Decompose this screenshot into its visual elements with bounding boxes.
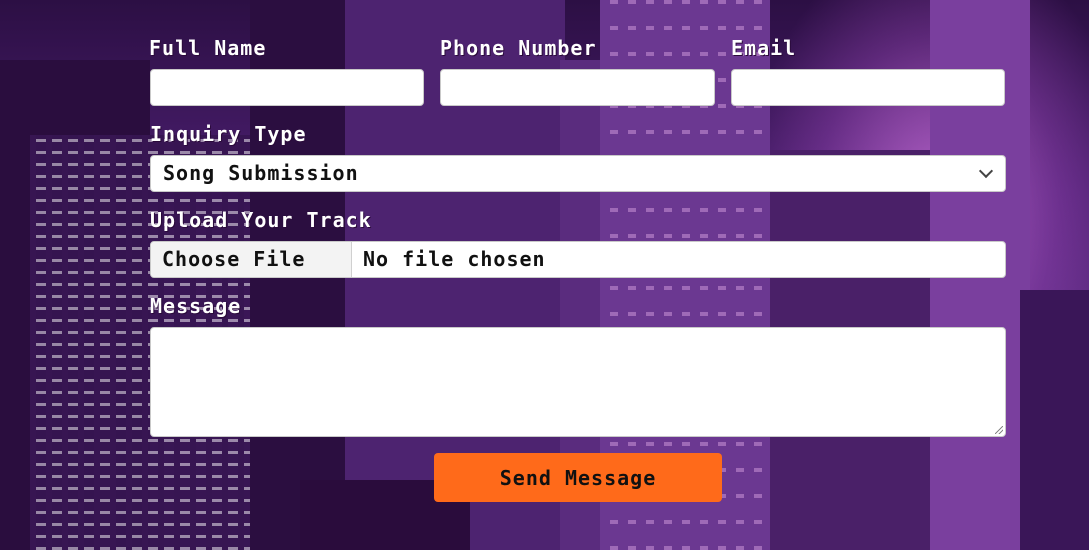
resize-handle-icon[interactable]	[995, 426, 1003, 434]
message-textarea[interactable]	[150, 327, 1006, 437]
send-message-button[interactable]: Send Message	[434, 453, 722, 502]
phone-number-input[interactable]	[440, 69, 715, 106]
upload-track-label: Upload Your Track	[150, 208, 372, 232]
email-label: Email	[731, 36, 797, 60]
inquiry-type-select[interactable]: Song Submission	[150, 155, 1006, 192]
email-input[interactable]	[731, 69, 1005, 106]
full-name-input[interactable]	[150, 69, 424, 106]
chevron-down-icon	[978, 163, 994, 179]
full-name-label: Full Name	[149, 36, 267, 60]
upload-track-field: Choose File No file chosen	[150, 241, 1006, 278]
file-status-text: No file chosen	[363, 247, 546, 271]
phone-number-label: Phone Number	[440, 36, 597, 60]
message-label: Message	[150, 294, 242, 318]
contact-form: Full Name Phone Number Email Inquiry Typ…	[0, 0, 1089, 550]
inquiry-type-selected-value: Song Submission	[163, 161, 359, 185]
choose-file-button[interactable]: Choose File	[151, 242, 352, 277]
inquiry-type-label: Inquiry Type	[150, 122, 307, 146]
